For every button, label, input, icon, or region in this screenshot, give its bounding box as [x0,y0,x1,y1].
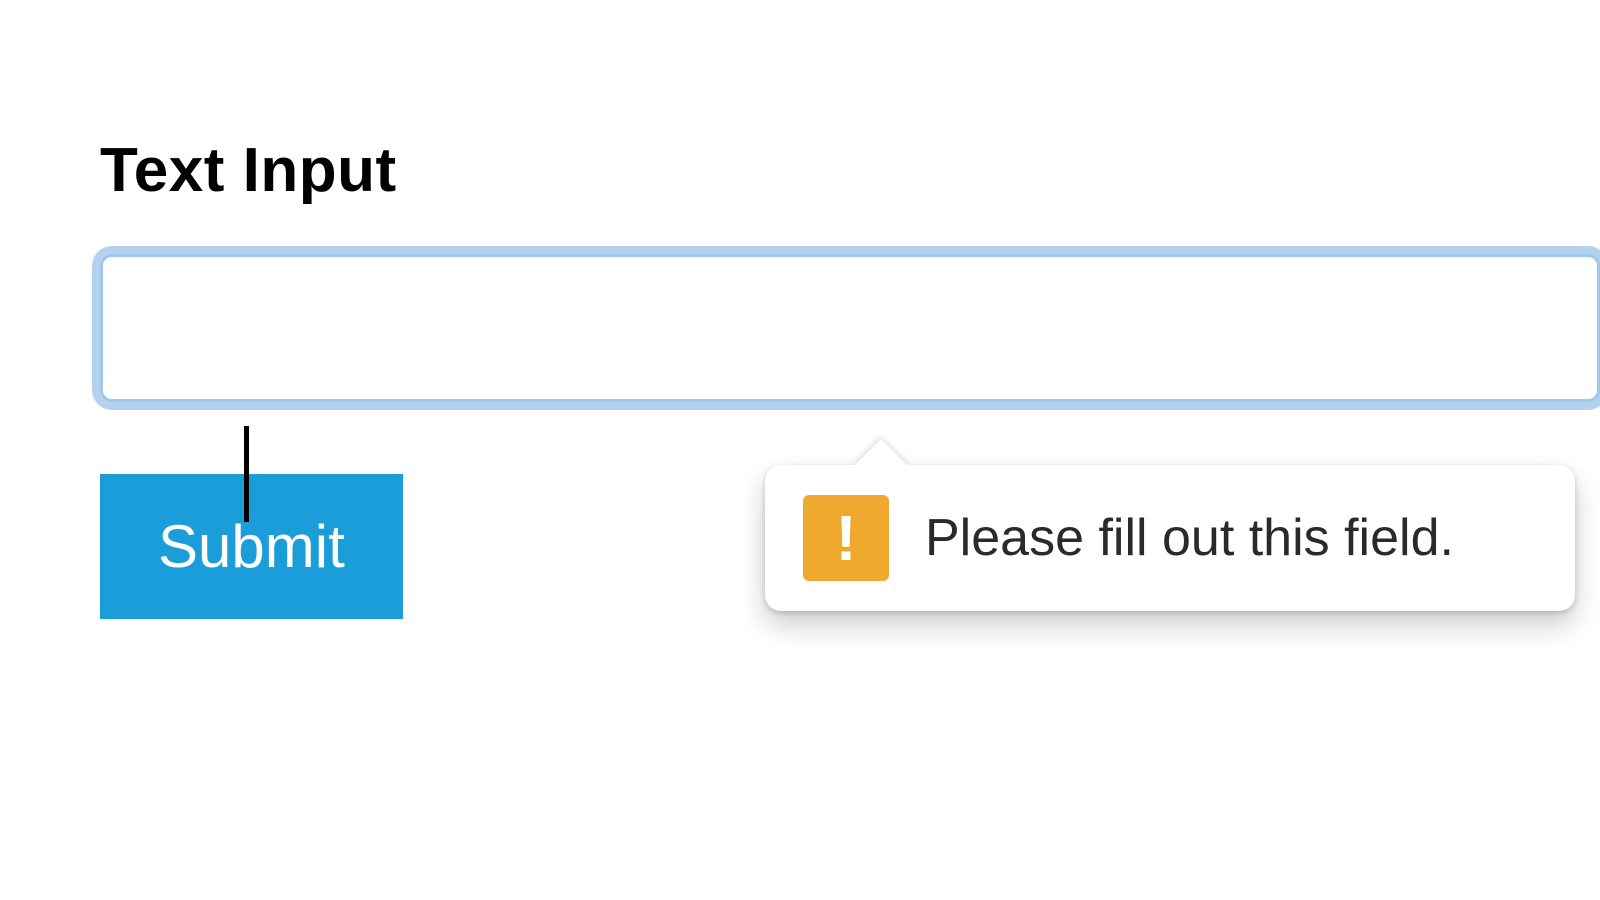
validation-tooltip: ! Please fill out this field. [765,465,1575,611]
warning-icon-glyph: ! [835,506,856,570]
field-label: Text Input [100,135,1600,206]
warning-icon: ! [803,495,889,581]
text-input[interactable] [100,254,1600,402]
submit-button[interactable]: Submit [100,474,403,619]
validation-message: Please fill out this field. [925,508,1454,568]
